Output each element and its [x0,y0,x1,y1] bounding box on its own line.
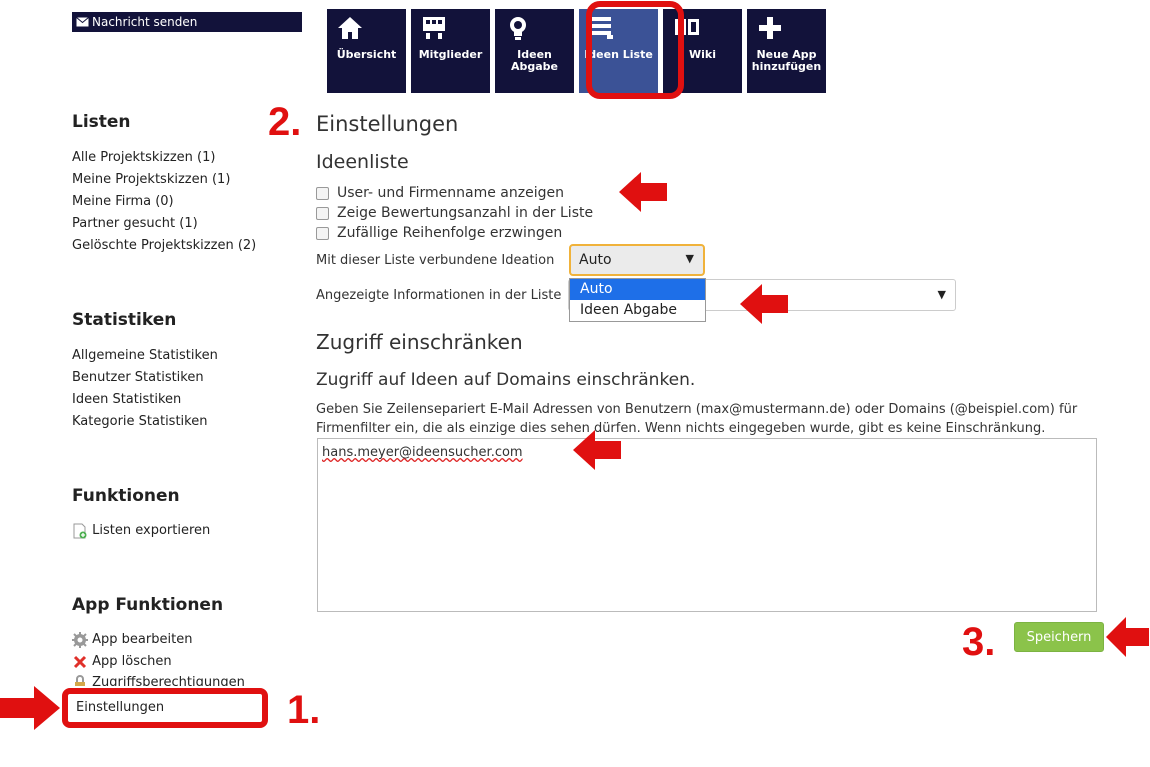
access-rights-label: Zugriffsberechtigungen [92,675,245,686]
arrow-annotation-icon [740,284,788,324]
idea-list-heading: Ideenliste [316,151,409,173]
step-1-marker: 1. [287,688,321,732]
edit-app-link[interactable]: App bearbeiten [72,629,192,651]
checkbox-random-order[interactable]: Zufällige Reihenfolge erzwingen [316,225,562,241]
sidebar-link-idea-stats[interactable]: Ideen Statistiken [72,389,181,411]
plus-icon [759,17,781,39]
delete-app-link[interactable]: App löschen [72,651,172,673]
email-filter-value: hans.meyer@ideensucher.com [322,445,523,460]
statistics-heading: Statistiken [72,310,177,330]
nav-label: Neue App hinzufügen [751,48,822,73]
dropdown-option-auto[interactable]: Auto [570,279,705,300]
sidebar-link-user-stats[interactable]: Benutzer Statistiken [72,367,204,389]
sidebar-link-mine[interactable]: Meine Projektskizzen (1) [72,169,230,191]
send-message-label: Nachricht senden [92,15,198,29]
idea-list-highlight [586,1,684,99]
lightbulb-icon [510,17,526,40]
export-lists-link[interactable]: Listen exportieren [72,520,210,542]
arrow-annotation-icon [0,686,60,730]
ideation-select[interactable]: Auto ▼ [569,244,705,276]
checkbox-show-user-company[interactable]: User- und Firmenname anzeigen [316,185,564,201]
nav-overview[interactable]: Übersicht [327,9,406,93]
info-label: Angezeigte Informationen in der Liste [316,288,562,303]
dropdown-caret-icon: ▼ [685,252,694,265]
nav-label: Mitglieder [418,48,483,61]
export-lists-label: Listen exportieren [92,523,211,538]
sidebar-link-deleted[interactable]: Gelöschte Projektskizzen (2) [72,235,256,257]
step-2-marker: 2. [268,100,302,144]
sidebar-link-partner[interactable]: Partner gesucht (1) [72,213,198,235]
sidebar-link-all[interactable]: Alle Projektskizzen (1) [72,147,215,169]
arrow-annotation-icon [573,430,621,470]
export-icon [73,523,87,538]
edit-app-label: App bearbeiten [92,632,193,647]
restrict-domains-heading: Zugriff auf Ideen auf Domains einschränk… [316,370,696,390]
envelope-icon [76,17,89,27]
nav-add-app[interactable]: Neue App hinzufügen [747,9,826,93]
lock-icon [75,674,85,686]
app-nav: Übersicht Mitglieder Ideen Abgabe Ideen … [327,9,826,93]
dropdown-option-idea-submission[interactable]: Ideen Abgabe [570,300,705,321]
lists-heading: Listen [72,112,131,132]
nav-idea-submission[interactable]: Ideen Abgabe [495,9,574,93]
step-3-marker: 3. [962,620,996,664]
app-functions-heading: App Funktionen [72,595,224,615]
delete-app-label: App löschen [92,654,172,669]
checkbox[interactable] [316,226,329,240]
arrow-annotation-icon [619,172,667,212]
checkbox[interactable] [316,186,329,200]
save-button[interactable]: Speichern [1014,622,1104,652]
checkbox[interactable] [316,206,329,220]
sidebar-link-category-stats[interactable]: Kategorie Statistiken [72,411,207,433]
access-rights-link[interactable]: Zugriffsberechtigungen [72,672,245,686]
email-filter-textarea[interactable]: hans.meyer@ideensucher.com [317,438,1097,612]
home-icon [338,17,362,39]
ideation-label: Mit dieser Liste verbundene Ideation [316,253,555,268]
nav-label: Ideen Abgabe [510,48,559,73]
dropdown-caret-icon: ▼ [937,288,946,301]
functions-heading: Funktionen [72,486,180,506]
arrow-annotation-icon [1106,617,1149,657]
checkbox-label: Zufällige Reihenfolge erzwingen [337,225,563,241]
settings-label: Einstellungen [76,700,165,715]
members-icon [423,17,445,39]
send-message-button[interactable]: Nachricht senden [72,12,302,32]
restrict-access-heading: Zugriff einschränken [316,330,523,354]
page-title: Einstellungen [316,112,459,136]
checkbox-show-rating-count[interactable]: Zeige Bewertungsanzahl in der Liste [316,205,593,221]
nav-label: Übersicht [336,48,397,61]
settings-link[interactable]: Einstellungen [62,688,268,728]
nav-members[interactable]: Mitglieder [411,9,490,93]
gear-icon [72,631,88,648]
sidebar-link-general-stats[interactable]: Allgemeine Statistiken [72,345,218,367]
ideation-select-value: Auto [579,252,612,268]
checkbox-label: User- und Firmenname anzeigen [337,185,564,201]
ideation-dropdown-list: Auto Ideen Abgabe [569,278,706,322]
sidebar-link-company[interactable]: Meine Firma (0) [72,191,174,213]
delete-x-icon [73,655,87,668]
restrict-description: Geben Sie Zeilensepariert E-Mail Adresse… [316,402,1078,436]
checkbox-label: Zeige Bewertungsanzahl in der Liste [337,205,594,221]
